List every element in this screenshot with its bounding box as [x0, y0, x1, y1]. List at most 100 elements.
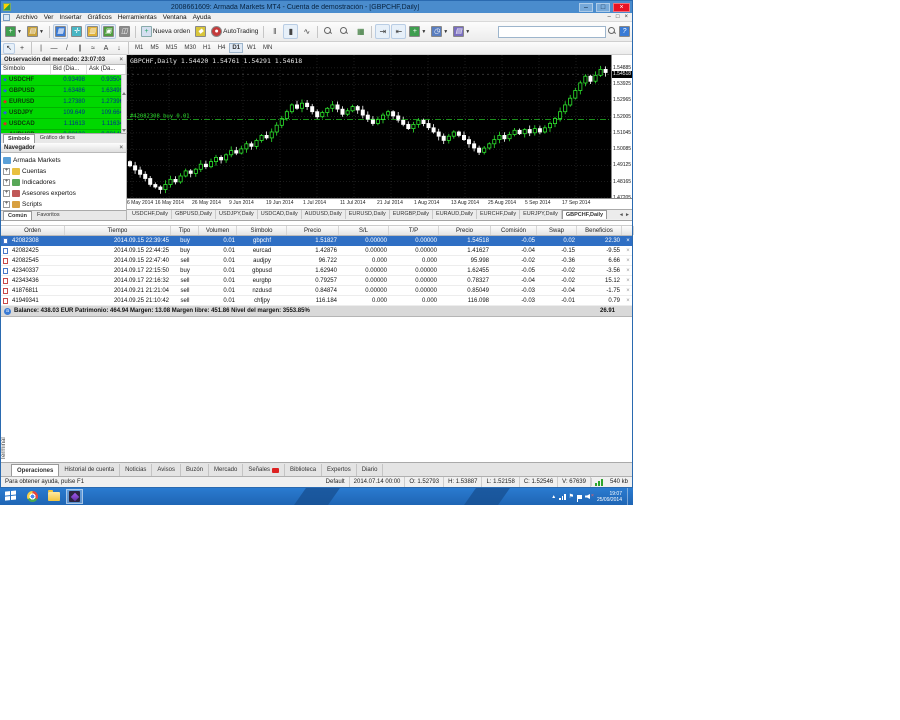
- timeframe-button-h1[interactable]: H1: [200, 43, 214, 53]
- timeframe-button-mn[interactable]: MN: [260, 43, 275, 53]
- show-hidden-icons-icon[interactable]: ▲: [551, 494, 556, 500]
- market-watch-row[interactable]: ◆ USDCAD 1.11613 1.11634: [1, 119, 126, 130]
- indicators-button[interactable]: + ▼: [407, 24, 428, 39]
- chart-tab-eurjpy-daily[interactable]: EURJPY,Daily: [520, 210, 562, 219]
- orders-col-comisi-n[interactable]: Comisión: [491, 226, 537, 235]
- trendline-tool-icon[interactable]: /: [61, 43, 73, 54]
- navigator-tab-favoritos[interactable]: Favoritos: [33, 211, 64, 220]
- order-row[interactable]: 42082545 2014.09.15 22:47:40 sell 0.01 audjp…: [1, 256, 632, 266]
- new-order-button[interactable]: + Nueva orden: [139, 24, 192, 39]
- mdi-close-button[interactable]: ×: [622, 14, 630, 20]
- start-button[interactable]: [3, 489, 20, 504]
- close-order-icon[interactable]: ×: [622, 246, 634, 256]
- chart-tab-audusd-daily[interactable]: AUDUSD,Daily: [302, 210, 346, 219]
- chrome-icon[interactable]: [24, 489, 41, 504]
- col-symbol[interactable]: Símbolo: [1, 65, 51, 74]
- strategy-tester-toggle[interactable]: ◫: [117, 24, 132, 39]
- cursor-tool[interactable]: ↖: [3, 42, 15, 54]
- chart-tab-scroll-arrows[interactable]: ◄ ►: [619, 212, 630, 218]
- order-row[interactable]: 41949341 2014.09.25 21:10:42 sell 0.01 chfjp…: [1, 296, 632, 306]
- chart-tab-usdcad-daily[interactable]: USDCAD,Daily: [258, 210, 302, 219]
- terminal-toggle[interactable]: ▣: [100, 24, 116, 39]
- maximize-button[interactable]: □: [596, 2, 610, 12]
- navigator-toggle[interactable]: ▥: [84, 24, 100, 39]
- network-icon[interactable]: [559, 493, 566, 500]
- orders-col-tiempo[interactable]: Tiempo: [65, 226, 171, 235]
- terminal-tab-se-ales[interactable]: Señales: [243, 464, 286, 476]
- horizontal-line-tool-icon[interactable]: —: [48, 43, 60, 54]
- orders-col-orden[interactable]: Orden: [1, 226, 65, 235]
- orders-col-precio[interactable]: Precio: [439, 226, 491, 235]
- crosshair-tool[interactable]: +: [16, 43, 28, 54]
- chart-shift-button[interactable]: ⇤: [391, 24, 407, 39]
- order-row[interactable]: 42082425 2014.09.15 22:44:25 buy 0.01 eurcad…: [1, 246, 632, 256]
- timeframe-button-w1[interactable]: W1: [244, 43, 259, 53]
- menu-item-herramientas[interactable]: Herramientas: [115, 14, 160, 21]
- market-watch-scrollbar[interactable]: [121, 75, 126, 133]
- bar-chart-button[interactable]: ‖: [267, 24, 282, 39]
- terminal-tab-expertos[interactable]: Expertos: [322, 464, 357, 476]
- orders-col-s-mbolo[interactable]: Símbolo: [237, 226, 287, 235]
- menu-item-gráficos[interactable]: Gráficos: [85, 14, 115, 21]
- close-button[interactable]: ×: [613, 2, 630, 12]
- close-order-icon[interactable]: ×: [622, 236, 634, 246]
- market-watch-toggle[interactable]: ▦: [52, 24, 68, 39]
- terminal-tab-biblioteca[interactable]: Biblioteca: [285, 464, 323, 476]
- menu-item-insertar[interactable]: Insertar: [56, 14, 84, 21]
- market-watch-tab-gr-fico-de-tics[interactable]: Gráfico de tics: [36, 134, 79, 143]
- market-watch-row[interactable]: ◆ GBPUSD 1.63486 1.63499: [1, 86, 126, 97]
- scroll-up-icon[interactable]: [122, 75, 126, 95]
- close-order-icon[interactable]: ×: [622, 256, 634, 266]
- expand-icon[interactable]: +: [3, 168, 10, 175]
- arrows-tool-icon[interactable]: ↓: [113, 43, 125, 54]
- close-order-icon[interactable]: ×: [622, 286, 634, 296]
- channel-tool-icon[interactable]: ∥: [74, 43, 86, 54]
- candlestick-chart-button[interactable]: ▮: [283, 24, 299, 39]
- orders-col-swap[interactable]: Swap: [537, 226, 577, 235]
- col-ask[interactable]: Ask (Da...: [87, 65, 126, 74]
- timeframe-button-m15[interactable]: M15: [163, 43, 181, 53]
- chart-tab-usdjpy-daily[interactable]: USDJPY,Daily: [216, 210, 258, 219]
- profiles-button[interactable]: ▤ ▼: [25, 24, 46, 39]
- orders-col-precio[interactable]: Precio: [287, 226, 339, 235]
- market-watch-row[interactable]: ◆ EURUSD 1.27380 1.27396: [1, 97, 126, 108]
- order-row[interactable]: 42082308 2014.09.15 22:39:45 buy 0.01 gbpchf…: [1, 236, 632, 246]
- time-axis[interactable]: 6 May 2014 16 May 2014 26 May 2014 9 Jun 20…: [127, 198, 632, 209]
- menu-item-ventana[interactable]: Ventana: [160, 14, 190, 21]
- chart-tab-gbpchf-daily[interactable]: GBPCHF,Daily: [561, 210, 608, 219]
- navigator-item-cuentas[interactable]: + Cuentas: [3, 166, 126, 177]
- search-input[interactable]: [498, 25, 606, 38]
- panel-close-icon[interactable]: ×: [119, 145, 123, 151]
- data-window-toggle[interactable]: ✛: [69, 24, 84, 39]
- new-chart-button[interactable]: + ▼: [3, 24, 24, 39]
- timeframe-button-m1[interactable]: M1: [132, 43, 146, 53]
- file-explorer-icon[interactable]: [45, 489, 62, 504]
- help-grid-icon[interactable]: ?: [619, 26, 630, 37]
- autotrading-button[interactable]: ● AutoTrading: [209, 24, 260, 39]
- status-profile[interactable]: Default: [322, 477, 350, 487]
- speaker-icon[interactable]: [585, 494, 591, 499]
- expand-icon[interactable]: +: [3, 190, 10, 197]
- terminal-tab-operaciones[interactable]: Operaciones: [11, 464, 60, 476]
- mdi-minimize-button[interactable]: –: [606, 14, 613, 20]
- mt4-taskbar-icon[interactable]: [66, 489, 83, 504]
- orders-col-beneficios[interactable]: Beneficios: [577, 226, 622, 235]
- chart-tab-gbpusd-daily[interactable]: GBPUSD,Daily: [172, 210, 217, 219]
- navigator-item-asesores-expertos[interactable]: + Asesores expertos: [3, 188, 126, 199]
- metaeditor-button[interactable]: ◆: [193, 24, 208, 39]
- close-order-icon[interactable]: ×: [622, 276, 634, 286]
- market-watch-row[interactable]: ◆ USDCHF 0.93498 0.93504: [1, 75, 126, 86]
- orders-col-t-p[interactable]: T/P: [389, 226, 439, 235]
- timeframe-button-m5[interactable]: M5: [147, 43, 161, 53]
- scroll-down-icon[interactable]: [122, 129, 126, 132]
- menu-item-archivo[interactable]: Archivo: [13, 14, 41, 21]
- chart-tab-eurchf-daily[interactable]: EURCHF,Daily: [477, 210, 521, 219]
- terminal-tab-diario[interactable]: Diario: [357, 464, 384, 476]
- order-row[interactable]: 41876811 2014.09.21 21:21:04 sell 0.01 nzdus…: [1, 286, 632, 296]
- vertical-line-tool-icon[interactable]: |: [35, 43, 47, 54]
- navigator-item-root[interactable]: Armada Markets: [3, 155, 126, 166]
- line-chart-button[interactable]: ∿: [299, 24, 314, 39]
- timeframe-button-d1[interactable]: D1: [229, 43, 244, 53]
- market-watch-tab-s-mbolo[interactable]: Símbolo: [3, 134, 35, 143]
- expand-icon[interactable]: +: [3, 201, 10, 208]
